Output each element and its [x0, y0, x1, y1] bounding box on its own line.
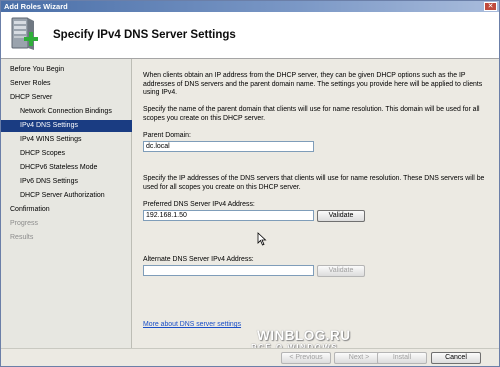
wizard-header: Specify IPv4 DNS Server Settings [1, 12, 499, 59]
close-button[interactable]: ✕ [484, 2, 497, 11]
dns-description: Specify the IP addresses of the DNS serv… [143, 175, 495, 192]
server-role-add-icon [11, 17, 38, 50]
validate-preferred-button[interactable]: Validate [317, 210, 365, 222]
intro-line: using IPv4. [143, 89, 178, 97]
alternate-dns-label: Alternate DNS Server IPv4 Address: [143, 256, 254, 263]
add-roles-wizard-window: Add Roles Wizard ✕ Specify IPv4 DNS Serv… [0, 0, 500, 367]
nav-item-dhcp-server[interactable]: DHCP Server [1, 92, 132, 104]
watermark-line1: WINBLOG.RU [257, 328, 351, 343]
domain-desc-line: scopes you create on this DHCP server. [143, 114, 266, 122]
alternate-dns-input[interactable] [143, 265, 314, 276]
mouse-cursor-icon [257, 232, 267, 246]
nav-item-before-you-begin[interactable]: Before You Begin [1, 64, 132, 76]
dns-desc-line: used for all scopes you create on this D… [143, 183, 301, 191]
more-about-dns-link[interactable]: More about DNS server settings [143, 321, 241, 328]
parent-domain-label: Parent Domain: [143, 132, 191, 139]
nav-item-dhcp-scopes[interactable]: DHCP Scopes [1, 148, 132, 160]
nav-item-results: Results [10, 234, 34, 241]
nav-item-dhcp-server-authorization[interactable]: DHCP Server Authorization [1, 190, 132, 202]
parent-domain-input[interactable]: dc.local [143, 141, 314, 152]
nav-item-dhcpv6-stateless-mode[interactable]: DHCPv6 Stateless Mode [1, 162, 132, 174]
domain-desc-line: Specify the name of the parent domain th… [143, 106, 480, 113]
nav-item-network-connection-bindings[interactable]: Network Connection Bindings [1, 106, 132, 118]
title-bar[interactable]: Add Roles Wizard ✕ [1, 1, 499, 12]
previous-button: < Previous [281, 352, 331, 364]
intro-line: addresses of DNS servers and the parent … [143, 80, 483, 88]
intro-text: When clients obtain an IP address from t… [143, 72, 495, 98]
window-title: Add Roles Wizard [4, 2, 68, 11]
page-heading: Specify IPv4 DNS Server Settings [53, 29, 236, 41]
dns-desc-line: Specify the IP addresses of the DNS serv… [143, 175, 485, 182]
validate-alternate-button: Validate [317, 265, 365, 277]
intro-line: When clients obtain an IP address from t… [143, 72, 466, 79]
wizard-steps-nav: Before You Begin Server Roles DHCP Serve… [1, 59, 132, 348]
install-button: Install [377, 352, 427, 364]
preferred-dns-label: Preferred DNS Server IPv4 Address: [143, 201, 255, 208]
nav-item-ipv4-wins-settings[interactable]: IPv4 WINS Settings [1, 134, 132, 146]
wizard-content: When clients obtain an IP address from t… [134, 59, 498, 348]
nav-item-ipv4-dns-settings[interactable]: IPv4 DNS Settings [1, 120, 132, 132]
nav-item-ipv6-dns-settings[interactable]: IPv6 DNS Settings [1, 176, 132, 188]
cancel-button[interactable]: Cancel [431, 352, 481, 364]
preferred-dns-input[interactable]: 192.168.1.50 [143, 210, 314, 221]
wizard-footer: < Previous Next > Install Cancel [1, 348, 499, 366]
nav-item-progress: Progress [10, 220, 39, 227]
nav-item-server-roles[interactable]: Server Roles [1, 78, 132, 90]
domain-description: Specify the name of the parent domain th… [143, 106, 495, 123]
nav-item-confirmation[interactable]: Confirmation [1, 204, 132, 216]
